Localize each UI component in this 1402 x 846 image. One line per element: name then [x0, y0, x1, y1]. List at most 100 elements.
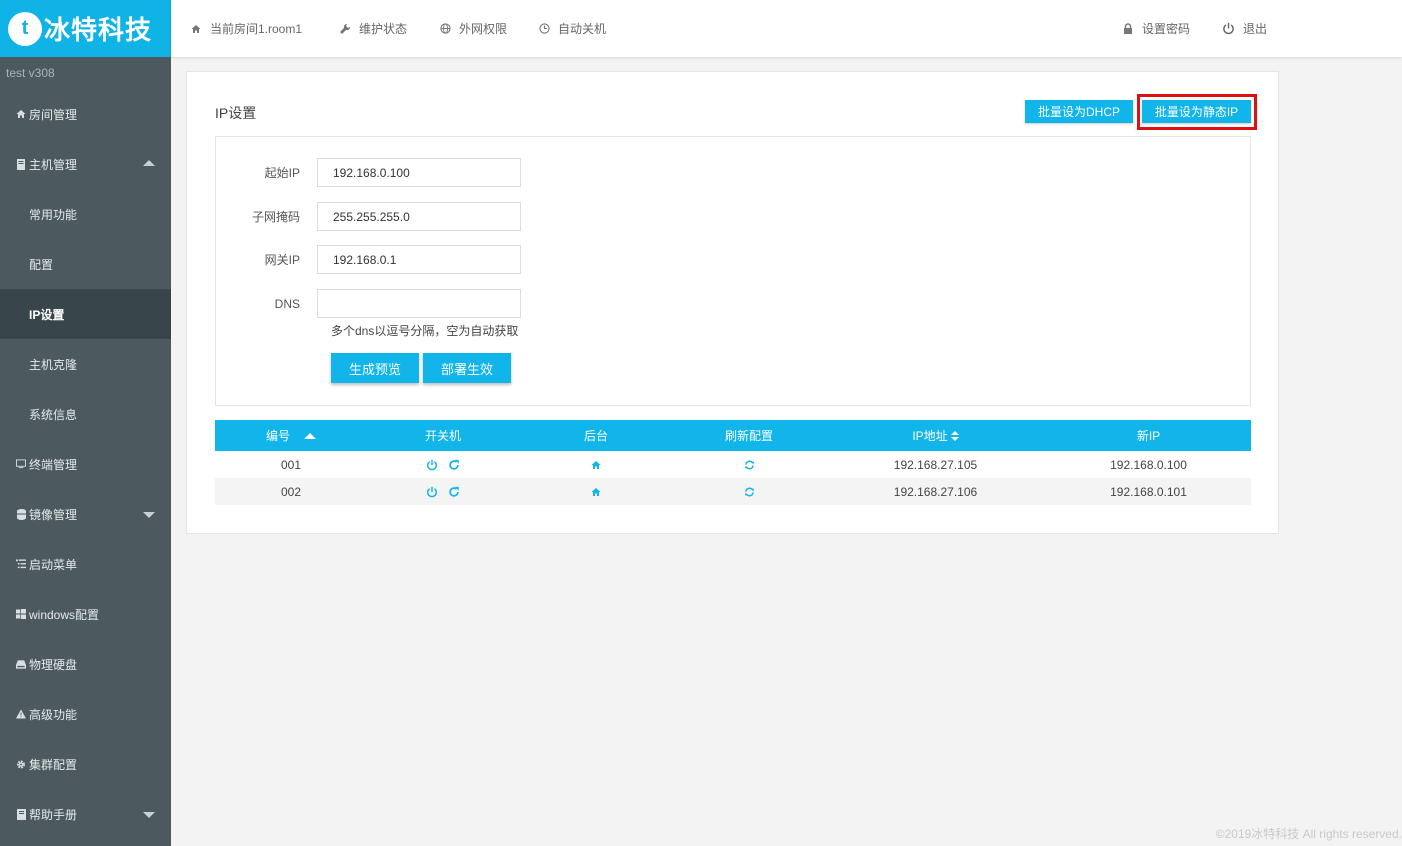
logo-icon: t: [8, 11, 42, 46]
home-icon[interactable]: [591, 487, 601, 497]
topnav-room[interactable]: 当前房间1.room1: [190, 0, 302, 57]
generate-preview-button[interactable]: 生成预览: [331, 353, 419, 383]
page-title: IP设置: [215, 105, 257, 121]
batch-dhcp-button[interactable]: 批量设为DHCP: [1025, 100, 1133, 123]
start-ip-row: 起始IP 192.168.0.100: [216, 158, 521, 187]
gateway-input[interactable]: 192.168.0.1: [317, 245, 521, 274]
header-id[interactable]: 编号: [215, 427, 367, 444]
backend-action: [519, 460, 673, 470]
sidebar-item-help-manual[interactable]: 帮助手册: [0, 789, 171, 839]
host-ip-table: 编号 开关机 后台 刷新配置 IP地址 新IP 001 192.168.27.1…: [215, 420, 1251, 505]
sort-icon: [950, 430, 959, 441]
sidebar-item-terminal-management[interactable]: 终端管理: [0, 439, 171, 489]
sidebar-item-label: 启动菜单: [29, 557, 78, 572]
home-icon[interactable]: [591, 460, 601, 470]
sidebar-item-label: 终端管理: [29, 457, 78, 472]
topnav-logout[interactable]: 退出: [1221, 0, 1267, 57]
restart-icon[interactable]: [448, 459, 460, 471]
batch-static-ip-button[interactable]: 批量设为静态IP: [1142, 100, 1251, 123]
gear-icon: [16, 759, 26, 769]
backend-action: [519, 487, 673, 497]
sidebar-item-ip-settings[interactable]: IP设置: [0, 289, 171, 339]
sort-up-icon: [304, 432, 316, 439]
sidebar-item-host-clone[interactable]: 主机克隆: [0, 339, 171, 389]
header-backend: 后台: [583, 429, 608, 443]
windows-icon: [16, 609, 26, 619]
subnet-mask-label: 子网掩码: [251, 210, 300, 224]
start-ip-input[interactable]: 192.168.0.100: [317, 158, 521, 187]
monitor-icon: [16, 459, 26, 469]
header-new-ip: 新IP: [1136, 429, 1161, 443]
auto-shutdown-text: 自动关机: [558, 22, 607, 36]
dns-hint: 多个dns以逗号分隔，空为自动获取: [331, 324, 519, 338]
footer-copyright: ©2019冰特科技 All rights reserved.: [1215, 827, 1402, 841]
row-id: 001: [280, 457, 302, 472]
row-ip: 192.168.27.105: [893, 457, 978, 472]
home-icon: [190, 23, 202, 35]
clock-icon: [538, 23, 550, 35]
chevron-down-icon: [143, 512, 155, 518]
refresh-icon[interactable]: [744, 487, 755, 497]
maintenance-text: 维护状态: [359, 22, 408, 36]
sidebar-item-system-info[interactable]: 系统信息: [0, 389, 171, 439]
sidebar-item-label: 主机克隆: [29, 357, 78, 372]
sidebar-item-advanced[interactable]: 高级功能: [0, 689, 171, 739]
sidebar-item-label: 常用功能: [29, 207, 78, 222]
row-new-ip: 192.168.0.101: [1110, 484, 1187, 499]
refresh-icon[interactable]: [744, 460, 755, 470]
row-ip: 192.168.27.106: [893, 484, 978, 499]
sidebar-item-image-management[interactable]: 镜像管理: [0, 489, 171, 539]
book-icon: [16, 808, 26, 820]
header-ip[interactable]: IP地址: [825, 427, 1046, 444]
sidebar-item-physical-disk[interactable]: 物理硬盘: [0, 639, 171, 689]
sidebar-item-label: windows配置: [29, 607, 100, 622]
sidebar-item-label: 高级功能: [29, 707, 78, 722]
table-header: 编号 开关机 后台 刷新配置 IP地址 新IP: [215, 420, 1251, 451]
server-icon: [16, 158, 26, 170]
lock-icon: [1122, 23, 1134, 35]
topnav-maintenance[interactable]: 维护状态: [339, 0, 407, 57]
sidebar-item-common-functions[interactable]: 常用功能: [0, 189, 171, 239]
power-icon: [1221, 22, 1235, 36]
ip-settings-card: IP设置 批量设为DHCP 批量设为静态IP 起始IP 192.168.0.10…: [186, 71, 1279, 534]
database-icon: [16, 508, 26, 520]
brand-name: 冰特科技: [44, 16, 153, 46]
subnet-mask-input[interactable]: 255.255.255.0: [317, 202, 521, 231]
sidebar-item-label: IP设置: [29, 307, 65, 322]
restart-icon[interactable]: [448, 486, 460, 498]
dns-input[interactable]: [317, 289, 521, 318]
sidebar-item-cluster-config[interactable]: 集群配置: [0, 739, 171, 789]
current-room-text: 当前房间1.room1: [210, 22, 303, 36]
table-row: 001 192.168.27.105 192.168.0.100: [215, 451, 1251, 478]
header-power: 开关机: [424, 429, 461, 443]
sidebar-item-label: 房间管理: [29, 107, 78, 122]
top-bar: 当前房间1.room1 维护状态 外网权限 自动关机 设置密码 退出: [171, 0, 1402, 57]
sidebar-item-config[interactable]: 配置: [0, 239, 171, 289]
sidebar-item-boot-menu[interactable]: 启动菜单: [0, 539, 171, 589]
list-icon: [16, 559, 26, 569]
row-id: 002: [280, 484, 302, 499]
gateway-row: 网关IP 192.168.0.1: [216, 245, 521, 274]
sidebar-item-label: 镜像管理: [29, 507, 78, 522]
brand-logo: t 冰特科技: [0, 0, 171, 57]
sidebar-item-room-management[interactable]: 房间管理: [0, 89, 171, 139]
topnav-internet[interactable]: 外网权限: [439, 0, 507, 57]
sidebar-item-label: 物理硬盘: [29, 657, 78, 672]
header-refresh-config: 刷新配置: [724, 429, 773, 443]
topnav-set-password[interactable]: 设置密码: [1122, 0, 1190, 57]
deploy-button[interactable]: 部署生效: [423, 353, 511, 383]
wrench-icon: [339, 23, 351, 35]
sidebar: test v308 房间管理 主机管理 常用功能 配置 IP设置 主机克隆 系统…: [0, 57, 171, 846]
subnet-mask-row: 子网掩码 255.255.255.0: [216, 202, 521, 231]
sidebar-item-host-management[interactable]: 主机管理: [0, 139, 171, 189]
power-icon[interactable]: [426, 459, 438, 471]
internet-text: 外网权限: [459, 22, 508, 36]
table-row: 002 192.168.27.106 192.168.0.101: [215, 478, 1251, 505]
sidebar-item-label: 帮助手册: [29, 807, 78, 822]
power-icon[interactable]: [426, 486, 438, 498]
sidebar-item-label: 集群配置: [29, 757, 78, 772]
refresh-action: [673, 460, 825, 470]
topnav-auto-shutdown[interactable]: 自动关机: [538, 0, 606, 57]
gateway-label: 网关IP: [264, 253, 300, 267]
sidebar-item-windows-config[interactable]: windows配置: [0, 589, 171, 639]
